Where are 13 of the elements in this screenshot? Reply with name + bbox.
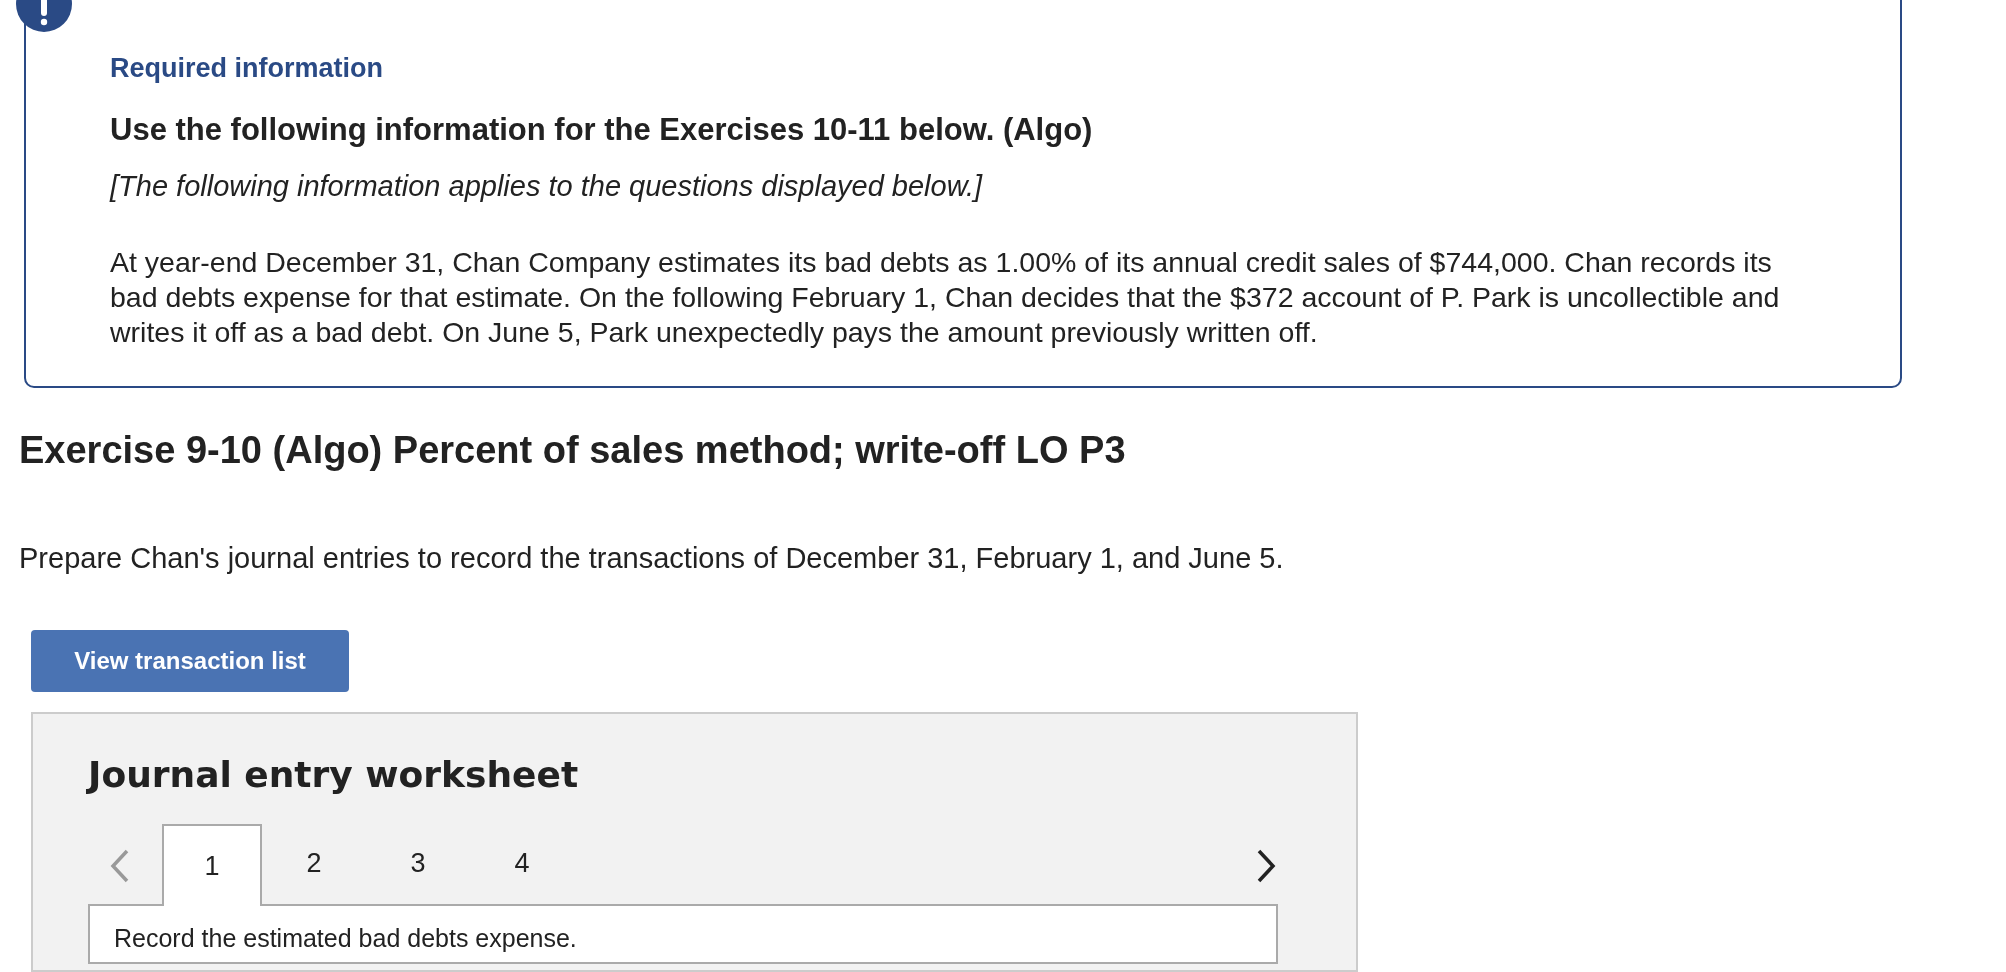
worksheet-tab[interactable]: 1 <box>162 824 262 906</box>
entry-prompt: Record the estimated bad debts expense. <box>114 924 578 952</box>
info-note: [The following information applies to the questions displayed below.] <box>110 169 984 204</box>
info-paragraph: At year-end December 31, Chan Company estimates its bad debts as 1.00% of its annual credit sales of $744,000. Chan records its bad debts expense for that estimate. On the following February 1, Chan decides that the $372 account of P. Park is uncollectible and writes it off as a bad debt. On June 5, Park unexpectedly pays the amount previously written off. <box>110 244 1781 350</box>
instructions-text: Prepare Chan's journal entries to record the transactions of December 31, February 1, and June 5. <box>19 540 1285 576</box>
info-heading: Use the following information for the Exercises 10-11 below. (Algo) <box>110 110 1094 149</box>
section-label: Required information <box>110 52 384 85</box>
worksheet-tab[interactable]: 3 <box>366 822 470 904</box>
worksheet-title: Journal entry worksheet <box>88 753 580 797</box>
exercise-title: Exercise 9-10 (Algo) Percent of sales method; write-off LO P3 <box>19 427 1127 473</box>
view-transaction-list-button[interactable]: View transaction list <box>31 630 349 692</box>
worksheet-tab[interactable]: 2 <box>262 822 366 904</box>
worksheet-tab[interactable]: 4 <box>470 822 574 904</box>
